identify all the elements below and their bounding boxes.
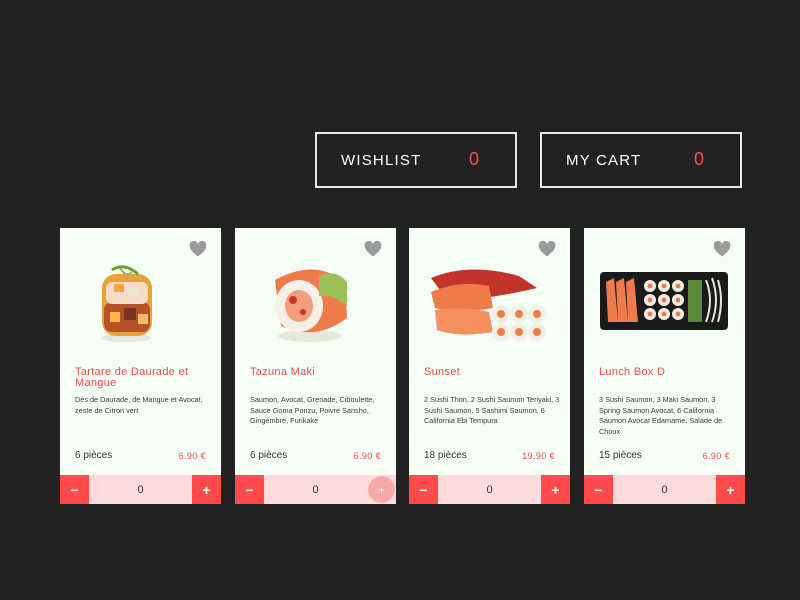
heart-icon[interactable] (189, 240, 207, 258)
product-card-lunchbox: Lunch Box D 3 Sushi Saumon, 3 Maki Saumo… (584, 228, 745, 504)
product-price: 6.90 € (353, 451, 381, 461)
product-title: Tazuna Maki (250, 366, 316, 378)
product-description: 3 Sushi Saumon, 3 Maki Saumon, 3 Spring … (599, 395, 723, 436)
plus-icon: + (377, 482, 385, 497)
product-description: 2 Sushi Thon, 2 Sushi Saumon Teriyaki, 3… (424, 395, 560, 425)
heart-icon[interactable] (713, 240, 731, 258)
product-pieces: 6 pièces (75, 450, 113, 461)
quantity-value: 0 (486, 483, 493, 496)
product-title: Tartare de Daurade et Mangue (75, 366, 189, 389)
quantity-stepper: − 0 + (235, 475, 396, 504)
wishlist-label: WISHLIST (341, 152, 422, 169)
product-title: Sunset (424, 366, 461, 378)
product-pieces: 6 pièces (250, 450, 288, 461)
minus-button[interactable]: − (235, 475, 264, 504)
sunset-platter-image (431, 269, 546, 341)
product-card-sunset: Sunset 2 Sushi Thon, 2 Sushi Saumon Teri… (409, 228, 570, 504)
product-price: 6.90 € (178, 451, 206, 461)
quantity-stepper: − 0 + (584, 475, 745, 504)
product-title: Lunch Box D (599, 366, 666, 378)
product-card-tartare: Tartare de Daurade et Mangue Dés de Daur… (60, 228, 221, 504)
quantity-stepper: − 0 + (60, 475, 221, 504)
tartare-image (101, 265, 152, 342)
product-pieces: 18 pièces (424, 450, 467, 461)
product-card-tazuna: Tazuna Maki Saumon, Avocat, Grenade, Cib… (235, 228, 396, 504)
plus-button[interactable]: + (192, 475, 221, 504)
minus-button[interactable]: − (584, 475, 613, 504)
wishlist-button[interactable]: WISHLIST 0 (315, 132, 517, 188)
plus-button[interactable]: + (716, 475, 745, 504)
cart-count: 0 (693, 149, 704, 169)
product-price: 6.90 € (702, 451, 730, 461)
wishlist-count: 0 (468, 149, 479, 169)
product-description: Dés de Daurade, de Mangue et Avocat, zes… (75, 395, 203, 415)
heart-icon[interactable] (538, 240, 556, 258)
product-pieces: 15 pièces (599, 450, 642, 461)
quantity-stepper: − 0 + (409, 475, 570, 504)
lunch-box-image (600, 272, 728, 330)
plus-button[interactable]: + (541, 475, 570, 504)
quantity-value: 0 (661, 483, 668, 496)
quantity-value: 0 (137, 483, 144, 496)
product-price: 19.90 € (522, 451, 555, 461)
cart-button[interactable]: MY CART 0 (540, 132, 742, 188)
plus-button[interactable]: + (367, 475, 396, 504)
product-description: Saumon, Avocat, Grenade, Ciboulette, Sau… (250, 395, 375, 425)
minus-button[interactable]: − (60, 475, 89, 504)
heart-icon[interactable] (364, 240, 382, 258)
cart-label: MY CART (566, 152, 642, 169)
quantity-value: 0 (312, 483, 319, 496)
minus-button[interactable]: − (409, 475, 438, 504)
tazuna-maki-image (275, 269, 347, 342)
